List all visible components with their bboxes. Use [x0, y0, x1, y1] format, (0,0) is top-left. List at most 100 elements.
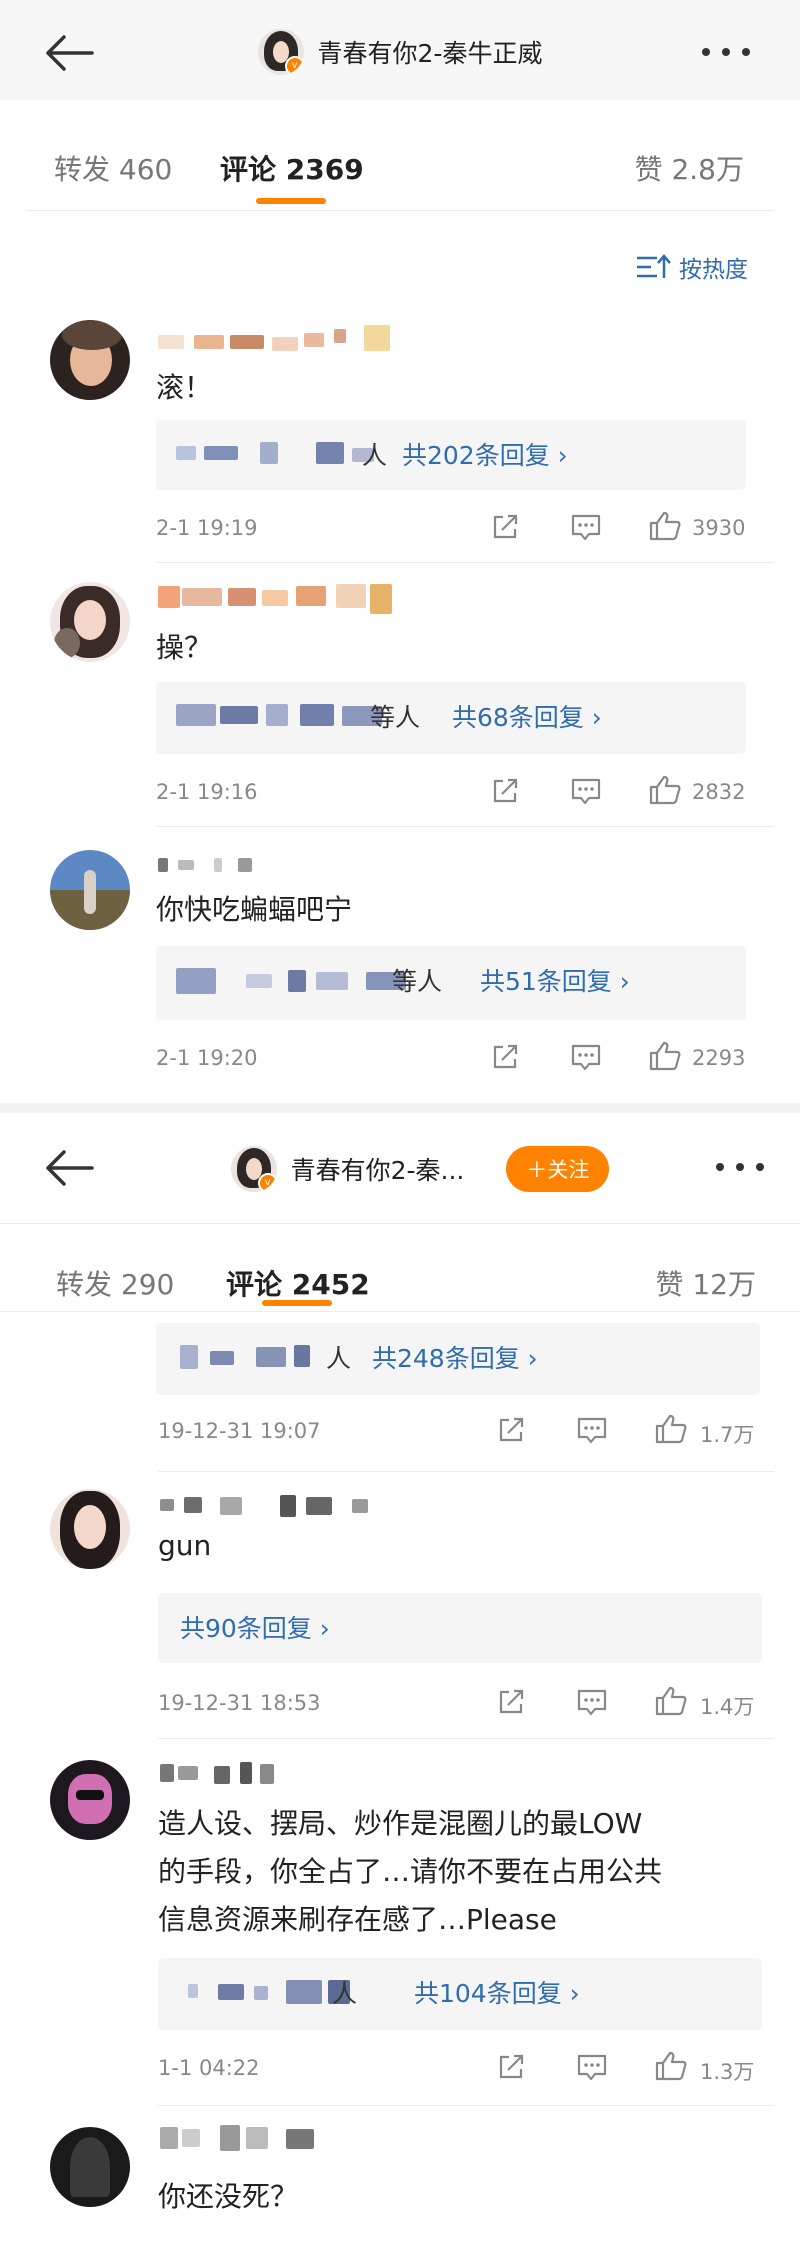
comment-divider [156, 826, 774, 827]
page-title: 青春有你2-秦... [290, 1156, 465, 1185]
commenter-name-blurred[interactable] [160, 1493, 400, 1523]
reply-count-link[interactable]: 共90条回复 › [180, 1609, 330, 1645]
comment-divider [158, 2105, 774, 2106]
commenter-avatar[interactable] [50, 2127, 130, 2207]
reply-users-suffix: 等人 [370, 703, 421, 732]
like-icon[interactable] [648, 774, 682, 810]
comment-icon[interactable] [576, 2052, 608, 2086]
reply-count-link[interactable]: 共68条回复 › [452, 698, 602, 734]
tab-repost[interactable]: 转发 290 [56, 1263, 174, 1303]
reply-summary[interactable]: 人 共104条回复 › [158, 1958, 762, 2030]
commenter-avatar[interactable] [50, 582, 130, 662]
reply-summary[interactable]: 等人 共68条回复 › [156, 682, 746, 754]
reply-users-suffix: 等人 [392, 967, 443, 996]
commenter-name-blurred[interactable] [158, 325, 398, 355]
tab-bar: 转发 460 评论 2369 赞 2.8万 [0, 110, 800, 210]
comment-divider [156, 562, 774, 563]
like-count: 3930 [692, 516, 746, 540]
repost-icon[interactable] [496, 1687, 526, 1721]
commenter-name-blurred[interactable] [158, 584, 398, 614]
comment-text: 造人设、摆局、炒作是混圈儿的最LOW 的手段，你全占了…请你不要在占用公共 信息… [158, 1800, 662, 1944]
comment-time: 19-12-31 18:53 [158, 1691, 321, 1715]
tab-repost[interactable]: 转发 460 [54, 148, 172, 188]
like-icon[interactable] [648, 510, 682, 546]
comment-time: 1-1 04:22 [158, 2056, 260, 2080]
commenter-avatar[interactable] [50, 1760, 130, 1840]
repost-icon[interactable] [496, 1415, 526, 1449]
comment-divider [158, 1471, 774, 1472]
blogger-avatar[interactable]: v [257, 29, 304, 75]
commenter-name-blurred[interactable] [160, 1762, 400, 1792]
sort-label: 按热度 [679, 257, 748, 283]
comment-text: 操？ [156, 631, 213, 664]
blogger-avatar[interactable]: v [230, 1146, 277, 1192]
commenter-name-blurred[interactable] [160, 2125, 400, 2155]
comment-text-line: 信息资源来刷存在感了…Please [158, 1903, 557, 1936]
weibo-screenshot-1: v 青春有你2-秦牛正威 转发 460 评论 2369 赞 2.8万 按热度 滚… [0, 0, 800, 1103]
sort-icon [637, 254, 671, 278]
reply-summary[interactable]: 人 共202条回复 › [156, 420, 746, 490]
reply-count-link[interactable]: 共104条回复 › [414, 1974, 580, 2010]
reply-users-blurred [176, 442, 386, 464]
reply-users-suffix: 人 [362, 441, 388, 470]
nav-divider [0, 1223, 800, 1224]
tab-likes[interactable]: 赞 2.8万 [635, 148, 744, 188]
tab-likes[interactable]: 赞 12万 [655, 1263, 756, 1303]
comment-icon[interactable] [570, 1042, 602, 1076]
like-count: 2293 [692, 1046, 746, 1070]
active-tab-indicator [256, 198, 326, 204]
repost-icon[interactable] [490, 1042, 520, 1076]
comment-text: 你还没死？ [158, 2180, 299, 2213]
like-count: 1.4万 [700, 1695, 755, 1719]
comment-icon[interactable] [576, 1687, 608, 1721]
tab-bar: 转发 290 评论 2452 赞 12万 [0, 1225, 800, 1325]
more-options-icon[interactable] [710, 1153, 770, 1181]
tab-divider [0, 1311, 800, 1312]
like-count: 1.7万 [700, 1423, 755, 1447]
commenter-avatar[interactable] [50, 320, 130, 400]
comment-text-line: 造人设、摆局、炒作是混圈儿的最LOW [158, 1807, 643, 1840]
sort-by-hot-button[interactable]: 按热度 [635, 250, 748, 284]
reply-summary[interactable]: 共90条回复 › [158, 1593, 762, 1663]
commenter-avatar[interactable] [50, 1489, 130, 1569]
weibo-screenshot-2: v 青春有你2-秦... ＋关注 转发 290 评论 2452 赞 12万 人 … [0, 1113, 800, 2261]
like-icon[interactable] [654, 2050, 688, 2086]
like-icon[interactable] [654, 1685, 688, 1721]
comment-text-line: 的手段，你全占了…请你不要在占用公共 [158, 1855, 663, 1888]
like-count: 2832 [692, 780, 746, 804]
like-icon[interactable] [654, 1413, 688, 1449]
reply-users-suffix: 人 [326, 1344, 352, 1373]
reply-summary[interactable]: 人 共248条回复 › [156, 1323, 760, 1395]
comment-icon[interactable] [570, 776, 602, 810]
commenter-name-blurred[interactable] [158, 854, 398, 884]
like-count: 1.3万 [700, 2060, 755, 2084]
top-nav-bar: v 青春有你2-秦牛正威 [0, 0, 800, 100]
repost-icon[interactable] [496, 2052, 526, 2086]
reply-count-link[interactable]: 共51条回复 › [480, 962, 630, 998]
screenshot-separator [0, 1103, 800, 1113]
repost-icon[interactable] [490, 512, 520, 546]
reply-count-link[interactable]: 共202条回复 › [402, 436, 568, 472]
reply-summary[interactable]: 等人 共51条回复 › [156, 946, 746, 1020]
comment-time: 2-1 19:20 [156, 1046, 258, 1070]
reply-count-link[interactable]: 共248条回复 › [372, 1339, 538, 1375]
comment-icon[interactable] [570, 512, 602, 546]
comment-text: 你快吃蝙蝠吧宁 [156, 893, 353, 926]
comment-time: 19-12-31 19:07 [158, 1419, 321, 1443]
reply-users-blurred [176, 1345, 346, 1369]
tab-comments[interactable]: 评论 2452 [226, 1263, 370, 1303]
top-nav-bar: v 青春有你2-秦... ＋关注 [0, 1113, 800, 1213]
more-options-icon[interactable] [696, 38, 756, 66]
comment-text: 滚！ [156, 371, 213, 404]
comment-text: gun [158, 1529, 212, 1562]
tab-comments[interactable]: 评论 2369 [220, 148, 364, 188]
commenter-avatar[interactable] [50, 850, 130, 930]
comment-time: 2-1 19:19 [156, 516, 258, 540]
page-title: 青春有你2-秦牛正威 [317, 39, 543, 68]
like-icon[interactable] [648, 1040, 682, 1076]
follow-button[interactable]: ＋关注 [506, 1146, 610, 1192]
tab-divider [26, 210, 774, 211]
comment-icon[interactable] [576, 1415, 608, 1449]
repost-icon[interactable] [490, 776, 520, 810]
comment-divider [158, 1738, 774, 1739]
